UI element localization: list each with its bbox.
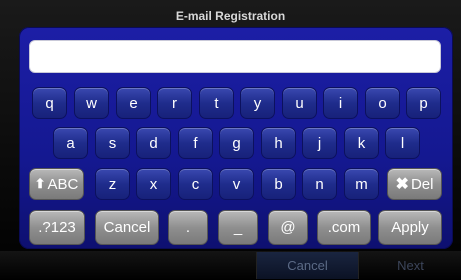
key-o[interactable]: o [365,87,400,119]
key-z[interactable]: z [95,168,130,200]
screen-title: E-mail Registration [175,9,286,23]
footer-next-button[interactable]: Next [360,252,461,279]
key-w[interactable]: w [74,87,109,119]
key-s[interactable]: s [95,127,130,159]
apply-button[interactable]: Apply [378,210,442,245]
dotcom-key[interactable]: .com [317,210,371,245]
key-g[interactable]: g [219,127,254,159]
key-f[interactable]: f [178,127,213,159]
x-mark-icon: ✖ [395,176,409,193]
key-a[interactable]: a [53,127,88,159]
underscore-key[interactable]: _ [218,210,258,245]
symbols-button[interactable]: .?123 [29,210,85,245]
key-u[interactable]: u [282,87,317,119]
key-v[interactable]: v [219,168,254,200]
key-e[interactable]: e [116,87,151,119]
key-k[interactable]: k [344,127,379,159]
cancel-key[interactable]: Cancel [95,210,159,245]
up-arrow-icon: ⬆ [34,176,46,191]
key-q[interactable]: q [32,87,67,119]
footer-cancel-button[interactable]: Cancel [256,252,359,279]
dot-key[interactable]: . [168,210,208,245]
key-d[interactable]: d [136,127,171,159]
key-y[interactable]: y [240,87,275,119]
shift-label: ABC [47,175,79,193]
key-p[interactable]: p [406,87,441,119]
key-t[interactable]: t [199,87,234,119]
key-r[interactable]: r [157,87,192,119]
delete-button[interactable]: ✖ Del [387,168,442,200]
key-i[interactable]: i [323,87,358,119]
key-h[interactable]: h [261,127,296,159]
key-l[interactable]: l [385,127,420,159]
email-input[interactable] [29,40,441,73]
key-j[interactable]: j [302,127,337,159]
at-key[interactable]: @ [268,210,308,245]
shift-button[interactable]: ⬆ ABC [29,168,84,200]
key-n[interactable]: n [302,168,337,200]
key-b[interactable]: b [261,168,296,200]
key-x[interactable]: x [136,168,171,200]
key-c[interactable]: c [178,168,213,200]
delete-label: Del [410,175,434,193]
key-m[interactable]: m [344,168,379,200]
